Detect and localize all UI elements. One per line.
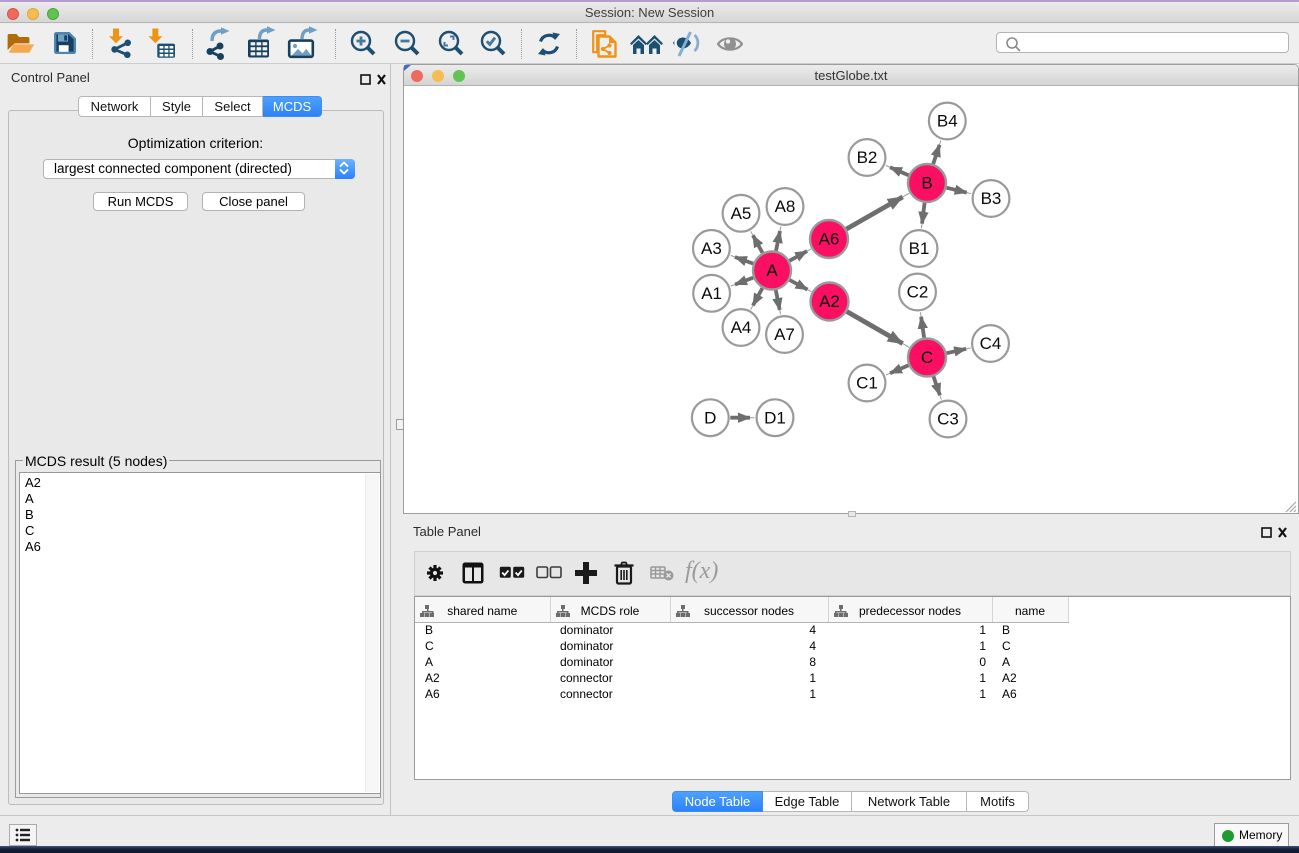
svg-text:B2: B2 — [857, 148, 878, 167]
svg-text:C1: C1 — [856, 374, 878, 393]
svg-text:A7: A7 — [774, 325, 795, 344]
svg-text:A8: A8 — [775, 197, 796, 216]
svg-text:A6: A6 — [819, 230, 840, 249]
svg-text:A: A — [766, 261, 778, 280]
svg-text:A5: A5 — [731, 204, 752, 223]
svg-text:D: D — [704, 408, 716, 427]
svg-text:B1: B1 — [909, 239, 930, 258]
svg-text:C3: C3 — [937, 410, 959, 429]
svg-text:D1: D1 — [764, 408, 786, 427]
svg-text:A2: A2 — [819, 292, 840, 311]
svg-text:C4: C4 — [980, 334, 1002, 353]
svg-text:B4: B4 — [937, 112, 958, 131]
svg-text:A3: A3 — [701, 239, 722, 258]
svg-text:A1: A1 — [701, 284, 722, 303]
svg-text:B3: B3 — [981, 189, 1002, 208]
svg-text:C2: C2 — [907, 283, 929, 302]
svg-text:B: B — [921, 174, 932, 193]
svg-text:C: C — [921, 348, 933, 367]
svg-text:A4: A4 — [731, 318, 752, 337]
